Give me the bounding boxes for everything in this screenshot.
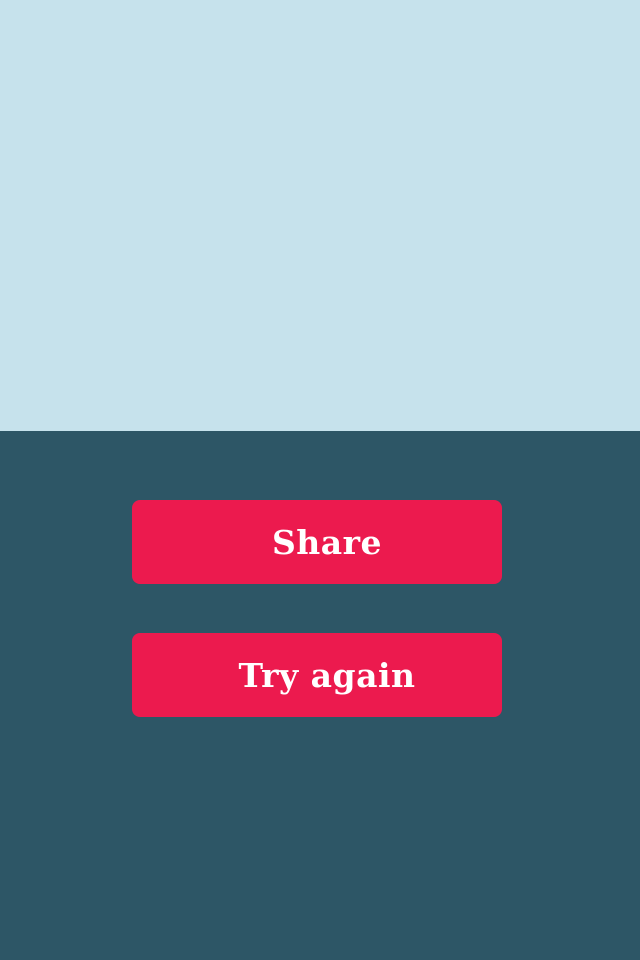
try-again-button[interactable]: Try again — [132, 633, 502, 717]
share-button[interactable]: Share — [132, 500, 502, 584]
game-area — [0, 0, 640, 431]
game-over-panel: Share Try again — [0, 431, 640, 960]
